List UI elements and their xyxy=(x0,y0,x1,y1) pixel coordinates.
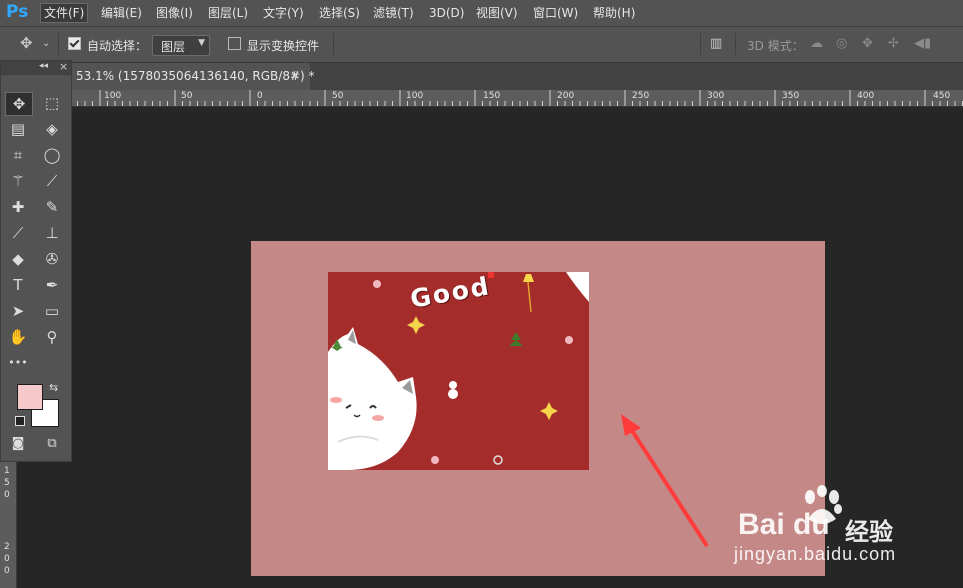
menu-help[interactable]: 帮助(H) xyxy=(590,4,638,22)
screen-mode-icon[interactable]: ⧉ xyxy=(39,433,65,455)
document-tab[interactable]: 53.1% (1578035064136140, RGB/8#) * × xyxy=(70,63,315,90)
ruler-label: 100 xyxy=(406,91,424,101)
magic-wand-icon[interactable]: ⚚ xyxy=(5,170,31,192)
ruler-label: 0 xyxy=(4,554,10,564)
3d-orbit-icon[interactable]: ☁ xyxy=(810,36,823,52)
tools-panel-header: ◂◂ × xyxy=(1,60,71,75)
ruler-label: 150 xyxy=(483,91,501,101)
ruler-ticks xyxy=(24,90,963,106)
eraser-tool-icon[interactable]: ◆ xyxy=(5,248,31,270)
ruler-label: 450 xyxy=(933,91,951,101)
document-tab-title: 53.1% (1578035064136140, RGB/8#) * xyxy=(76,69,315,83)
decorations xyxy=(373,272,573,465)
rectangle-tool-icon[interactable]: ▭ xyxy=(39,300,65,322)
auto-select-label: 自动选择： xyxy=(87,39,148,53)
placed-image[interactable]: Good xyxy=(328,272,589,470)
swap-colors-icon[interactable]: ⇆ xyxy=(49,381,58,394)
ruler-label: 0 xyxy=(257,91,263,101)
ruler-label: 300 xyxy=(707,91,725,101)
crop-tool-icon[interactable]: ⌗ xyxy=(5,144,31,166)
3d-pan-icon[interactable]: ✥ xyxy=(862,36,873,52)
eyedropper-icon[interactable]: ⟋ xyxy=(39,170,65,192)
auto-select-target-dropdown[interactable]: 图层 ▼ xyxy=(152,35,210,56)
quick-mask-icon[interactable]: ◙ xyxy=(5,433,31,455)
show-transform-label: 显示变换控件 xyxy=(247,39,320,53)
path-select-icon[interactable]: ➤ xyxy=(5,300,31,322)
annotation-arrow xyxy=(621,414,709,548)
blur-tool-icon[interactable]: ✇ xyxy=(39,248,65,270)
brush-tool-icon[interactable]: ✎ xyxy=(39,196,65,218)
menu-3d[interactable]: 3D(D) xyxy=(426,4,467,22)
show-transform-checkbox[interactable] xyxy=(228,37,241,50)
menu-window[interactable]: 窗口(W) xyxy=(530,4,581,22)
ruler-label: 200 xyxy=(557,91,575,101)
chevron-down-icon[interactable]: ⌄ xyxy=(42,36,50,52)
ruler-label: 0 xyxy=(4,490,10,500)
close-icon[interactable]: × xyxy=(290,68,300,82)
menu-type[interactable]: 文字(Y) xyxy=(260,4,307,22)
menu-file[interactable]: 文件(F) xyxy=(40,3,89,23)
watermark-brand-cn: 经验 xyxy=(845,518,893,546)
gradient-tool-icon[interactable]: ▤ xyxy=(5,118,31,140)
ruler-label: 50 xyxy=(181,91,193,101)
stamp-tool-icon[interactable]: ⊥ xyxy=(39,222,65,244)
marquee-tool-icon[interactable]: ⬚ xyxy=(39,92,65,114)
auto-align-icon[interactable]: ▥ xyxy=(710,36,722,52)
zoom-tool-icon[interactable]: ⚲ xyxy=(39,326,65,348)
collapse-icon[interactable]: ◂◂ xyxy=(39,61,48,71)
move-tool-icon[interactable]: ✥ xyxy=(5,92,33,116)
default-colors-icon[interactable] xyxy=(15,416,25,426)
auto-select-target-value: 图层 xyxy=(161,40,186,54)
ruler-label: 5 xyxy=(4,478,10,488)
menu-image[interactable]: 图像(I) xyxy=(153,4,196,22)
ruler-label: 250 xyxy=(632,91,650,101)
menu-filter[interactable]: 滤镜(T) xyxy=(370,4,417,22)
color-replace-icon[interactable]: ⟋ xyxy=(5,222,31,244)
3d-roll-icon[interactable]: ◎ xyxy=(836,36,847,52)
hand-tool-icon[interactable]: ✋ xyxy=(5,326,31,348)
menu-bar: Ps 文件(F) 编辑(E) 图像(I) 图层(L) 文字(Y) 选择(S) 滤… xyxy=(0,0,963,27)
move-tool-icon[interactable]: ✥ xyxy=(20,35,33,51)
options-bar: ✥ ⌄ 自动选择： 图层 ▼ 显示变换控件 ▥ 3D 模式： ☁ ◎ ✥ ✢ ◀… xyxy=(0,27,963,78)
pen-tool-icon[interactable]: ✒ xyxy=(39,274,65,296)
menu-edit[interactable]: 编辑(E) xyxy=(98,4,145,22)
menu-view[interactable]: 视图(V) xyxy=(473,4,521,22)
ruler-label: 400 xyxy=(857,91,875,101)
foreground-color-swatch[interactable] xyxy=(17,384,43,410)
ruler-label: 1 xyxy=(4,466,10,476)
auto-select-checkbox[interactable] xyxy=(68,37,81,50)
ruler-label: 350 xyxy=(782,91,800,101)
tools-panel: ◂◂ × ✥ ⬚ ▤ ◈ ⌗ ◯ ⚚ ⟋ ✚ ✎ ⟋ ⊥ ◆ ✇ T ✒ ➤ ▭… xyxy=(0,60,72,462)
chevron-down-icon: ▼ xyxy=(198,38,205,48)
3d-scale-icon[interactable]: ◀▮ xyxy=(914,36,931,52)
horizontal-ruler: 100 50 0 50 100 150 200 250 300 350 400 … xyxy=(0,90,963,107)
photoshop-logo: Ps xyxy=(6,2,29,22)
close-icon[interactable]: × xyxy=(59,60,68,73)
type-tool-icon[interactable]: T xyxy=(5,274,31,296)
ruler-label: 2 xyxy=(4,542,10,552)
3d-mode-label: 3D 模式： xyxy=(747,39,804,53)
lasso-tool-icon[interactable]: ◯ xyxy=(39,144,65,166)
watermark-brand: Bai du xyxy=(738,508,830,541)
menu-layer[interactable]: 图层(L) xyxy=(205,4,251,22)
ruler-label: 100 xyxy=(104,91,122,101)
ruler-label: 50 xyxy=(332,91,344,101)
more-tools-icon[interactable]: ••• xyxy=(5,352,31,374)
healing-brush-icon[interactable]: ✚ xyxy=(5,196,31,218)
ruler-label: 0 xyxy=(4,566,10,576)
paint-bucket-icon[interactable]: ◈ xyxy=(39,118,65,140)
menu-select[interactable]: 选择(S) xyxy=(316,4,363,22)
3d-slide-icon[interactable]: ✢ xyxy=(888,36,899,52)
watermark-url: jingyan.baidu.com xyxy=(734,544,897,564)
